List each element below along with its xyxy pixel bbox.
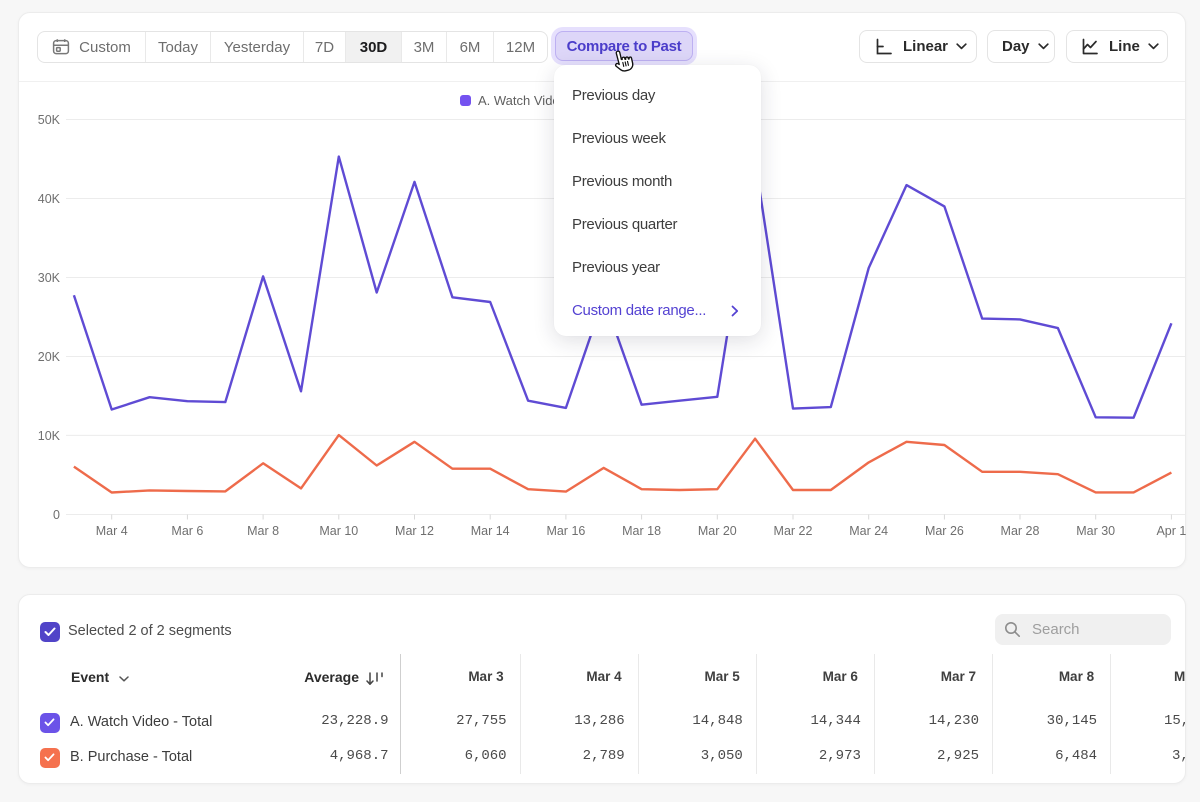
svg-text:Mar 30: Mar 30 [1076, 524, 1115, 538]
svg-text:Mar 28: Mar 28 [1001, 524, 1040, 538]
svg-text:Mar 12: Mar 12 [395, 524, 434, 538]
svg-text:Mar 10: Mar 10 [319, 524, 358, 538]
svg-text:Mar 14: Mar 14 [471, 524, 510, 538]
svg-text:Mar 24: Mar 24 [849, 524, 888, 538]
svg-text:50K: 50K [38, 113, 61, 127]
svg-text:20K: 20K [38, 350, 61, 364]
svg-text:Mar 20: Mar 20 [698, 524, 737, 538]
svg-text:Mar 18: Mar 18 [622, 524, 661, 538]
svg-text:Mar 22: Mar 22 [774, 524, 813, 538]
svg-text:Mar 8: Mar 8 [247, 524, 279, 538]
svg-text:Mar 16: Mar 16 [546, 524, 585, 538]
svg-text:30K: 30K [38, 271, 61, 285]
svg-text:Mar 6: Mar 6 [171, 524, 203, 538]
svg-text:Mar 4: Mar 4 [96, 524, 128, 538]
svg-text:10K: 10K [38, 429, 61, 443]
svg-text:Apr 1: Apr 1 [1156, 524, 1186, 538]
svg-text:Mar 26: Mar 26 [925, 524, 964, 538]
svg-text:0: 0 [53, 508, 60, 522]
svg-text:40K: 40K [38, 192, 61, 206]
